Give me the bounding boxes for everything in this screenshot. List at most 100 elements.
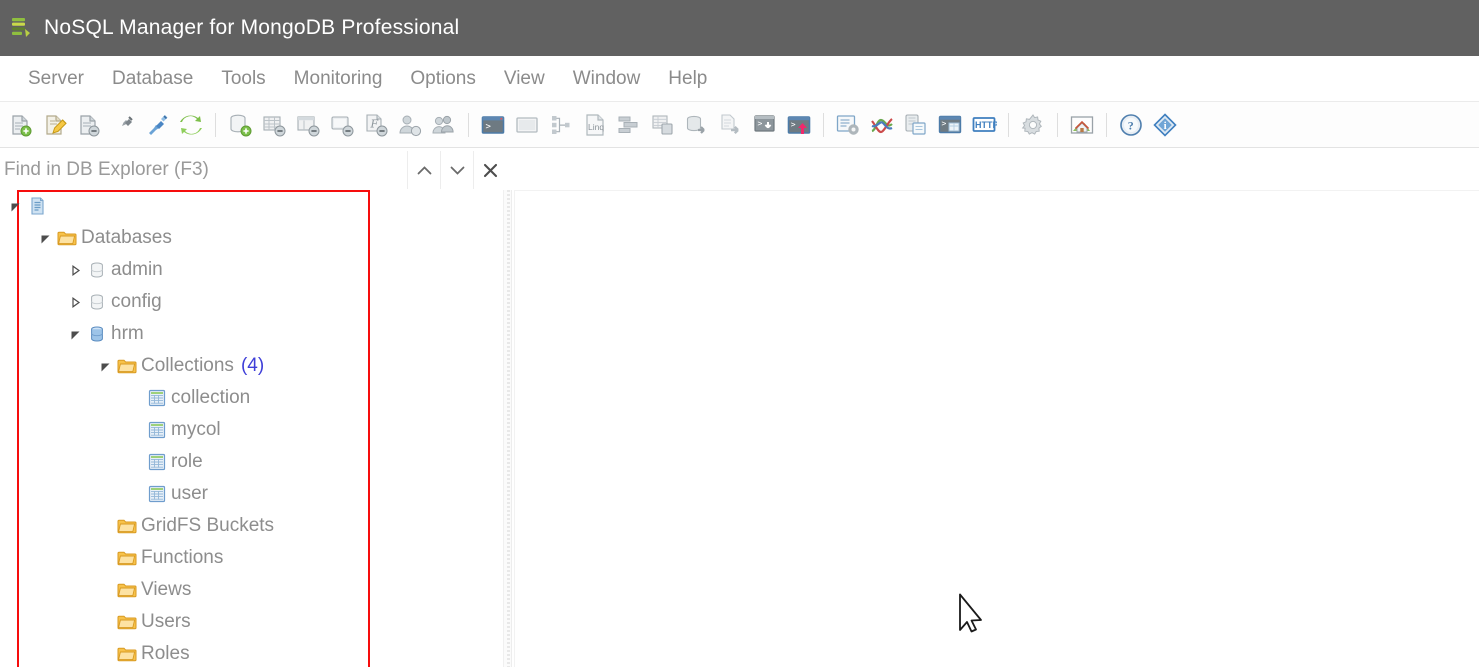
export-database-icon[interactable]: [682, 108, 712, 142]
find-bar: Find in DB Explorer (F3): [0, 148, 506, 192]
chevron-up-icon: [415, 161, 434, 180]
run-script-icon[interactable]: >: [784, 108, 814, 142]
new-function-icon[interactable]: F: [361, 108, 391, 142]
tree-node-config-label: config: [111, 291, 162, 312]
svg-text:Linq: Linq: [588, 122, 604, 132]
folder-icon: [116, 643, 138, 665]
collection-icon: [146, 483, 168, 505]
tree-node-server[interactable]: [0, 190, 506, 222]
new-connection-icon[interactable]: [6, 108, 36, 142]
connect-icon[interactable]: [142, 108, 172, 142]
menu-view[interactable]: View: [490, 65, 559, 93]
tree-node-collection[interactable]: collection: [0, 382, 506, 414]
tree-node-user[interactable]: user: [0, 478, 506, 510]
menu-options[interactable]: Options: [396, 65, 489, 93]
tree-node-mycol[interactable]: mycol: [0, 414, 506, 446]
server-status-icon[interactable]: [833, 108, 863, 142]
performance-chart-icon[interactable]: [867, 108, 897, 142]
http-interface-icon[interactable]: HTTP: [969, 108, 999, 142]
linq-query-icon[interactable]: Linq: [580, 108, 610, 142]
folder-icon: [116, 579, 138, 601]
tree-node-functions-label: Functions: [141, 547, 224, 568]
svg-text:HTTP: HTTP: [975, 120, 997, 130]
new-collection-icon[interactable]: [259, 108, 289, 142]
tree-node-functions[interactable]: Functions: [0, 542, 506, 574]
expander-expanded-icon[interactable]: [4, 190, 26, 222]
toolbar-separator-1: [215, 112, 216, 137]
db-explorer-tree[interactable]: Databases admin config hrm Collections (…: [0, 190, 506, 667]
panel-splitter[interactable]: [503, 190, 512, 667]
disconnect-icon[interactable]: [108, 108, 138, 142]
edit-connection-icon[interactable]: [40, 108, 70, 142]
expander-expanded-icon[interactable]: [64, 318, 86, 350]
find-next-button[interactable]: [440, 151, 473, 189]
new-view-icon[interactable]: [293, 108, 323, 142]
tree-node-collections[interactable]: Collections (4): [0, 350, 506, 382]
folder-icon: [56, 227, 78, 249]
query-builder-icon[interactable]: [614, 108, 644, 142]
main-work-area[interactable]: [514, 190, 1479, 667]
tree-node-mycol-label: mycol: [171, 419, 221, 440]
new-role-icon[interactable]: [429, 108, 459, 142]
command-window-icon[interactable]: >: [935, 108, 965, 142]
shell-console-icon[interactable]: >: [478, 108, 508, 142]
help-icon[interactable]: ?: [1116, 108, 1146, 142]
menu-monitoring[interactable]: Monitoring: [280, 65, 397, 93]
new-user-icon[interactable]: [395, 108, 425, 142]
db-explorer-panel[interactable]: Databases admin config hrm Collections (…: [0, 190, 506, 667]
tree-node-role[interactable]: role: [0, 446, 506, 478]
collections-count-badge: (4): [240, 355, 265, 376]
toolbar-separator-6: [1106, 112, 1107, 137]
home-icon[interactable]: [1067, 108, 1097, 142]
find-close-button[interactable]: [473, 151, 506, 189]
expander-collapsed-icon[interactable]: [64, 254, 86, 286]
menu-window[interactable]: Window: [559, 65, 655, 93]
refresh-icon[interactable]: [176, 108, 206, 142]
delete-connection-icon[interactable]: [74, 108, 104, 142]
mongodb-app-icon: [10, 16, 32, 40]
svg-text:>: >: [486, 122, 492, 132]
folder-icon: [116, 547, 138, 569]
new-database-icon[interactable]: [225, 108, 255, 142]
tree-node-config[interactable]: config: [0, 286, 506, 318]
tree-node-collection-label: collection: [171, 387, 251, 408]
menu-database[interactable]: Database: [98, 65, 207, 93]
tree-node-hrm[interactable]: hrm: [0, 318, 506, 350]
server-icon: [26, 195, 48, 217]
folder-icon: [116, 515, 138, 537]
database-icon: [86, 291, 108, 313]
expander-collapsed-icon[interactable]: [64, 286, 86, 318]
expander-expanded-icon[interactable]: [34, 222, 56, 254]
menu-server[interactable]: Server: [14, 65, 98, 93]
export-document-icon[interactable]: [716, 108, 746, 142]
collection-icon: [146, 387, 168, 409]
menu-help[interactable]: Help: [654, 65, 721, 93]
new-bucket-icon[interactable]: [327, 108, 357, 142]
copy-server-icon[interactable]: [901, 108, 931, 142]
splitter-grip: [507, 190, 510, 667]
tree-node-roles[interactable]: Roles: [0, 638, 506, 667]
about-icon[interactable]: i: [1150, 108, 1180, 142]
toolbar-separator-5: [1057, 112, 1058, 137]
import-script-icon[interactable]: >: [750, 108, 780, 142]
tree-node-views-label: Views: [141, 579, 192, 600]
svg-text:>: >: [942, 119, 947, 128]
tree-node-databases[interactable]: Databases: [0, 222, 506, 254]
tree-node-admin[interactable]: admin: [0, 254, 506, 286]
tree-view-icon[interactable]: [546, 108, 576, 142]
tree-node-gridfs-buckets[interactable]: GridFS Buckets: [0, 510, 506, 542]
preferences-gear-icon[interactable]: [1018, 108, 1048, 142]
svg-text:?: ?: [1128, 118, 1134, 132]
tree-node-views[interactable]: Views: [0, 574, 506, 606]
menu-tools[interactable]: Tools: [207, 65, 279, 93]
toolbar-separator-2: [468, 112, 469, 137]
database-icon: [86, 259, 108, 281]
tree-node-gridfs-buckets-label: GridFS Buckets: [141, 515, 275, 536]
find-previous-button[interactable]: [407, 151, 440, 189]
document-view-icon[interactable]: [512, 108, 542, 142]
aggregation-icon[interactable]: [648, 108, 678, 142]
close-icon: [481, 161, 500, 180]
expander-expanded-icon[interactable]: [94, 350, 116, 382]
tree-node-users[interactable]: Users: [0, 606, 506, 638]
toolbar: F > Linq > > > HTTP ? i: [0, 102, 1479, 148]
